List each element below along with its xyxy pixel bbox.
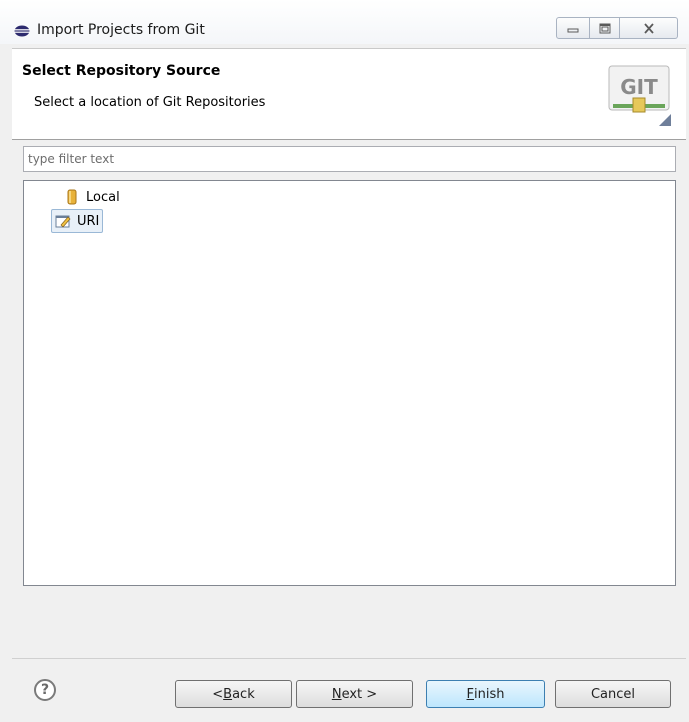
- close-icon: [643, 22, 654, 34]
- maximize-icon: [599, 23, 610, 33]
- window-title: Import Projects from Git: [37, 22, 205, 38]
- eclipse-app-icon: [14, 25, 30, 37]
- page-description: Select a location of Git Repositories: [34, 95, 266, 110]
- tree-item-local[interactable]: Local: [61, 186, 123, 208]
- page-title: Select Repository Source: [22, 63, 221, 79]
- finish-button-label: inish: [474, 686, 505, 702]
- maximize-button[interactable]: [590, 17, 620, 39]
- help-button[interactable]: ?: [34, 679, 56, 701]
- next-button[interactable]: Next >: [296, 680, 413, 708]
- close-button[interactable]: [620, 17, 678, 39]
- edit-uri-icon: [55, 215, 71, 228]
- next-button-label: ext >: [341, 686, 378, 702]
- back-button-mnemonic: B: [223, 686, 233, 702]
- git-logo-icon: GIT: [608, 65, 671, 126]
- cancel-button-label: Cancel: [590, 686, 636, 702]
- help-icon: ?: [40, 682, 50, 698]
- tree-item-uri[interactable]: URI: [51, 209, 104, 233]
- minimize-button[interactable]: [556, 17, 590, 39]
- title-bar[interactable]: Import Projects from Git: [0, 0, 689, 44]
- git-logo-text: GIT: [620, 75, 658, 99]
- next-button-mnemonic: N: [331, 686, 342, 702]
- tree-item-label: URI: [77, 213, 100, 229]
- cancel-button[interactable]: Cancel: [555, 680, 671, 708]
- footer-divider: [12, 658, 686, 659]
- tree-item-label: Local: [86, 189, 120, 205]
- back-button-label: ack: [232, 686, 255, 702]
- filter-input[interactable]: [23, 146, 676, 172]
- back-button[interactable]: < Back: [175, 680, 292, 708]
- dialog-window: Import Projects from Git Select Reposito…: [0, 0, 689, 722]
- finish-button-mnemonic: F: [466, 686, 474, 702]
- back-button-prefix: <: [212, 686, 224, 702]
- repository-source-tree[interactable]: Local URI: [23, 180, 676, 586]
- finish-button[interactable]: Finish: [426, 680, 545, 708]
- minimize-icon: [567, 28, 579, 33]
- database-icon: [67, 189, 77, 205]
- window-controls: [556, 17, 682, 41]
- wizard-header: Select Repository Source Select a locati…: [12, 48, 686, 140]
